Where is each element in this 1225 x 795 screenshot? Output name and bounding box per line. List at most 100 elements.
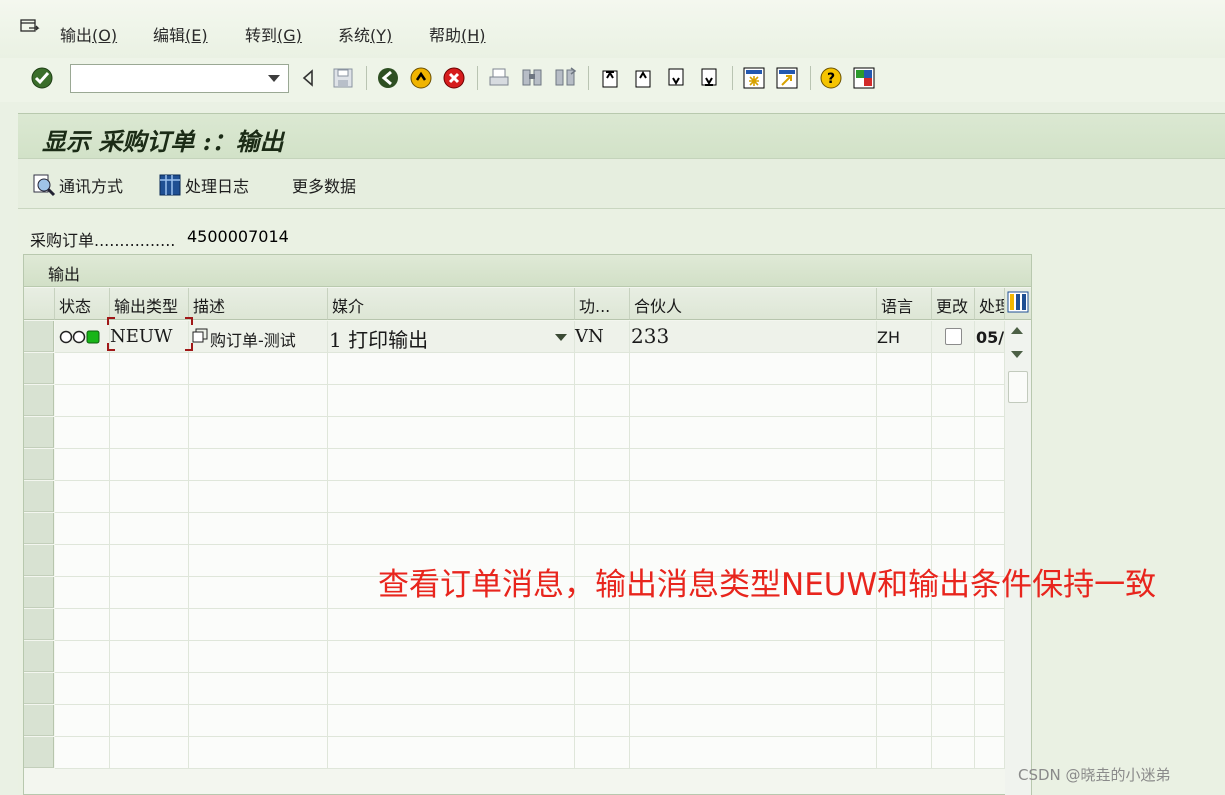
- traffic-light-icon: [59, 330, 100, 344]
- table-cell: [630, 673, 877, 705]
- table-cell: [877, 353, 932, 385]
- table-cell: [975, 417, 1005, 449]
- scroll-down-icon[interactable]: [1011, 351, 1023, 358]
- col-header-function[interactable]: 功...: [575, 288, 630, 320]
- prev-page-icon[interactable]: [631, 66, 655, 90]
- row-selector[interactable]: [24, 705, 54, 736]
- processing-log-button[interactable]: 处理日志: [158, 173, 249, 197]
- menu-system[interactable]: 系统(Y): [338, 22, 392, 46]
- help-icon[interactable]: ?: [819, 66, 843, 90]
- table-cell: [189, 385, 328, 417]
- vertical-scrollbar[interactable]: [1005, 321, 1031, 795]
- print-icon[interactable]: [487, 66, 511, 90]
- svg-text:?: ?: [827, 71, 835, 87]
- table-cell: [328, 737, 575, 769]
- table-cell: [975, 705, 1005, 737]
- cancel-icon[interactable]: [442, 66, 466, 90]
- table-cell: [575, 513, 630, 545]
- scroll-thumb[interactable]: [1008, 371, 1028, 403]
- col-header-medium[interactable]: 媒介: [328, 288, 575, 320]
- table-cell: [189, 577, 328, 609]
- menu-goto[interactable]: 转到(G): [245, 22, 302, 46]
- page-title: 显示 采购订单 :：输出: [42, 127, 284, 156]
- table-cell: [55, 641, 110, 673]
- table-cell: [55, 705, 110, 737]
- table-cell: [877, 481, 932, 513]
- more-data-button[interactable]: 更多数据: [292, 173, 356, 197]
- partner-value[interactable]: 233: [631, 324, 669, 348]
- table-cell: [328, 385, 575, 417]
- panel-title: 输出: [48, 265, 81, 284]
- col-header-description[interactable]: 描述: [189, 288, 328, 320]
- menu-window-icon[interactable]: [20, 19, 40, 35]
- row-selector[interactable]: [24, 353, 54, 384]
- communication-button[interactable]: 通讯方式: [32, 173, 123, 197]
- table-cell: [932, 417, 975, 449]
- output-type-input[interactable]: NEUW: [110, 326, 173, 347]
- layout-icon[interactable]: [852, 66, 876, 90]
- nav-back-icon[interactable]: [376, 66, 400, 90]
- new-session-icon[interactable]: [742, 66, 766, 90]
- back-icon[interactable]: [298, 66, 318, 90]
- exit-icon[interactable]: [409, 66, 433, 90]
- row-selector[interactable]: [24, 577, 54, 608]
- row-selector[interactable]: [24, 641, 54, 672]
- first-page-icon[interactable]: [598, 66, 622, 90]
- language-value[interactable]: ZH: [877, 328, 900, 347]
- table-cell: [110, 641, 189, 673]
- copy-icon[interactable]: [192, 328, 208, 344]
- command-dropdown-icon[interactable]: [268, 75, 280, 82]
- row-selector[interactable]: [24, 737, 54, 768]
- table-cell: [575, 385, 630, 417]
- menu-bar: 输出(O) 编辑(E) 转到(G) 系统(Y) 帮助(H): [0, 0, 1225, 58]
- table-cell: [110, 577, 189, 609]
- function-value[interactable]: VN: [575, 326, 604, 347]
- row-selector[interactable]: [24, 481, 54, 512]
- col-header-changed[interactable]: 更改: [932, 288, 975, 320]
- col-header-language[interactable]: 语言: [877, 288, 932, 320]
- select-all-header[interactable]: [24, 288, 55, 320]
- row-selector[interactable]: [24, 513, 54, 544]
- next-page-icon[interactable]: [664, 66, 688, 90]
- table-cell: [575, 705, 630, 737]
- medium-select[interactable]: 1 打印输出: [329, 324, 428, 353]
- table-cell: [55, 737, 110, 769]
- last-page-icon[interactable]: [697, 66, 721, 90]
- medium-dropdown-icon[interactable]: [555, 334, 567, 341]
- col-header-partner[interactable]: 合伙人: [630, 288, 877, 320]
- row-selector[interactable]: [24, 385, 54, 416]
- table-cell: [328, 513, 575, 545]
- row-selector[interactable]: [24, 609, 54, 640]
- column-settings-button[interactable]: [1005, 288, 1031, 320]
- table-cell: [877, 641, 932, 673]
- scroll-up-icon[interactable]: [1011, 327, 1023, 334]
- table-cell: [575, 449, 630, 481]
- table-cell: [110, 385, 189, 417]
- table-cell: [110, 705, 189, 737]
- command-field[interactable]: [70, 64, 289, 93]
- shortcut-icon[interactable]: [775, 66, 799, 90]
- row-selector[interactable]: [24, 321, 54, 352]
- table-cell: [932, 609, 975, 641]
- row-selector[interactable]: [24, 673, 54, 704]
- save-icon[interactable]: [331, 66, 355, 90]
- status-lights: [59, 328, 103, 350]
- table-cell: [189, 513, 328, 545]
- enter-icon[interactable]: [30, 66, 54, 90]
- menu-output[interactable]: 输出(O): [60, 22, 117, 46]
- panel-header: 输出: [24, 255, 1031, 287]
- menu-edit[interactable]: 编辑(E): [153, 22, 208, 46]
- row-selector[interactable]: [24, 545, 54, 576]
- row-selector[interactable]: [24, 417, 54, 448]
- find-icon[interactable]: [520, 66, 544, 90]
- table-cell: [55, 417, 110, 449]
- find-next-icon[interactable]: [553, 66, 577, 90]
- table-cell: [630, 737, 877, 769]
- col-header-status[interactable]: 状态: [55, 288, 110, 320]
- changed-checkbox[interactable]: [945, 328, 962, 345]
- table-cell: [975, 481, 1005, 513]
- row-selector[interactable]: [24, 449, 54, 480]
- col-header-processed[interactable]: 处理: [975, 288, 1005, 320]
- menu-help[interactable]: 帮助(H): [429, 22, 486, 46]
- table-cell: [189, 737, 328, 769]
